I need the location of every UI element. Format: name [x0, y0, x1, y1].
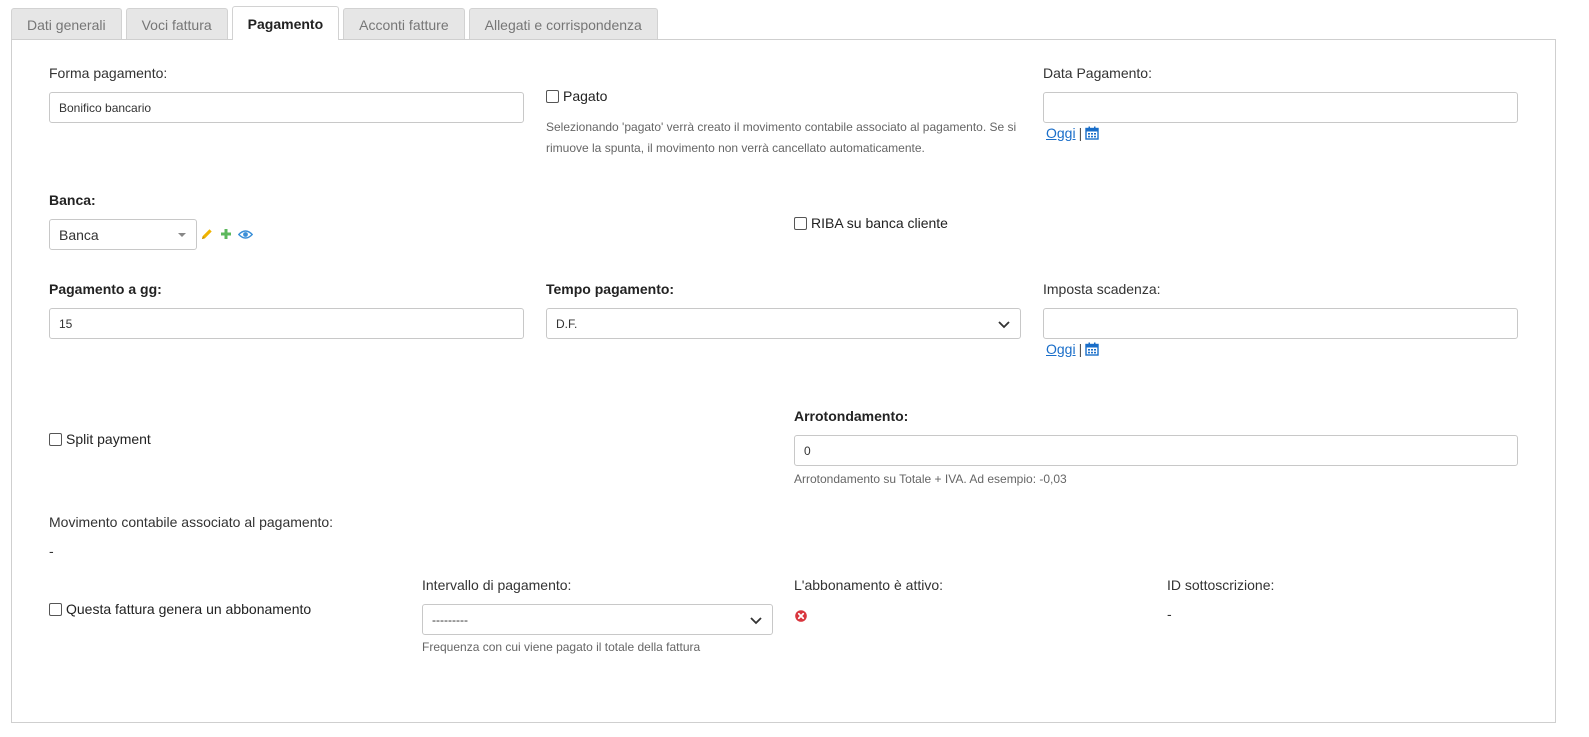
banca-label: Banca:: [49, 192, 96, 208]
id-sottoscrizione-value: -: [1167, 606, 1172, 622]
calendar-icon[interactable]: [1085, 342, 1099, 356]
id-sottoscrizione-label: ID sottoscrizione:: [1167, 577, 1275, 593]
data-pagamento-input[interactable]: [1043, 92, 1518, 123]
imposta-scadenza-label: Imposta scadenza:: [1043, 281, 1161, 297]
intervallo-label: Intervallo di pagamento:: [422, 577, 572, 593]
imposta-scadenza-input[interactable]: [1043, 308, 1518, 339]
tempo-pagamento-select[interactable]: D.F.: [546, 308, 1021, 339]
pagato-label: Pagato: [563, 88, 608, 104]
forma-pagamento-input[interactable]: Bonifico bancario: [49, 92, 524, 123]
chevron-down-icon: [998, 320, 1010, 328]
tab-acconti-fatture[interactable]: Acconti fatture: [343, 8, 465, 40]
riba-checkbox-row[interactable]: RIBA su banca cliente: [794, 215, 948, 231]
split-payment-checkbox-row[interactable]: Split payment: [49, 431, 151, 447]
tab-allegati-corrispondenza[interactable]: Allegati e corrispondenza: [468, 8, 658, 40]
arrotondamento-label: Arrotondamento:: [794, 408, 909, 424]
abbonamento-checkbox[interactable]: [49, 602, 62, 616]
calendar-icon[interactable]: [1085, 126, 1099, 140]
tempo-pagamento-value: D.F.: [556, 316, 578, 331]
arrotondamento-help-text: Arrotondamento su Totale + IVA. Ad esemp…: [794, 472, 1067, 486]
tab-voci-fattura[interactable]: Voci fattura: [125, 8, 228, 40]
split-payment-checkbox[interactable]: [49, 432, 62, 446]
riba-checkbox[interactable]: [794, 216, 807, 230]
banca-select-value: Banca: [59, 226, 99, 243]
arrotondamento-input[interactable]: 0: [794, 435, 1518, 466]
pagato-checkbox[interactable]: [546, 89, 559, 103]
movimento-label: Movimento contabile associato al pagamen…: [49, 514, 334, 530]
tab-pagamento[interactable]: Pagamento: [231, 6, 340, 40]
banca-select[interactable]: Banca: [49, 219, 197, 250]
chevron-down-icon: [750, 616, 762, 624]
forma-pagamento-label: Forma pagamento:: [49, 65, 168, 81]
imposta-scadenza-today-link[interactable]: Oggi: [1046, 341, 1076, 357]
riba-label: RIBA su banca cliente: [811, 215, 948, 231]
data-pagamento-links: Oggi |: [1046, 125, 1099, 141]
payment-panel: Forma pagamento: Bonifico bancario Pagat…: [11, 39, 1556, 723]
data-pagamento-label: Data Pagamento:: [1043, 65, 1152, 81]
pagamento-gg-input[interactable]: 15: [49, 308, 524, 339]
plus-icon[interactable]: [220, 228, 232, 240]
imposta-scadenza-links: Oggi |: [1046, 341, 1099, 357]
abbonamento-label: Questa fattura genera un abbonamento: [66, 601, 312, 617]
data-pagamento-today-link[interactable]: Oggi: [1046, 125, 1076, 141]
abbonamento-attivo-label: L'abbonamento è attivo:: [794, 577, 944, 593]
pagamento-gg-label: Pagamento a gg:: [49, 281, 162, 297]
intervallo-select[interactable]: ---------: [422, 604, 773, 635]
x-circle-icon: [795, 610, 807, 622]
eye-icon[interactable]: [238, 229, 253, 240]
intervallo-value: ---------: [432, 612, 468, 627]
pencil-icon[interactable]: [200, 228, 213, 241]
link-separator: |: [1078, 341, 1083, 357]
caret-down-icon: [178, 232, 186, 237]
split-payment-label: Split payment: [66, 431, 151, 447]
tab-bar: Dati generali Voci fattura Pagamento Acc…: [11, 6, 662, 40]
abbonamento-checkbox-row[interactable]: Questa fattura genera un abbonamento: [49, 601, 311, 617]
pagato-help-text: Selezionando 'pagato' verrà creato il mo…: [546, 120, 1017, 155]
pagato-checkbox-row[interactable]: Pagato: [546, 88, 607, 104]
link-separator: |: [1078, 125, 1083, 141]
movimento-value: -: [49, 543, 54, 559]
tempo-pagamento-label: Tempo pagamento:: [546, 281, 675, 297]
tab-dati-generali[interactable]: Dati generali: [11, 8, 122, 40]
intervallo-help-text: Frequenza con cui viene pagato il totale…: [422, 640, 701, 654]
